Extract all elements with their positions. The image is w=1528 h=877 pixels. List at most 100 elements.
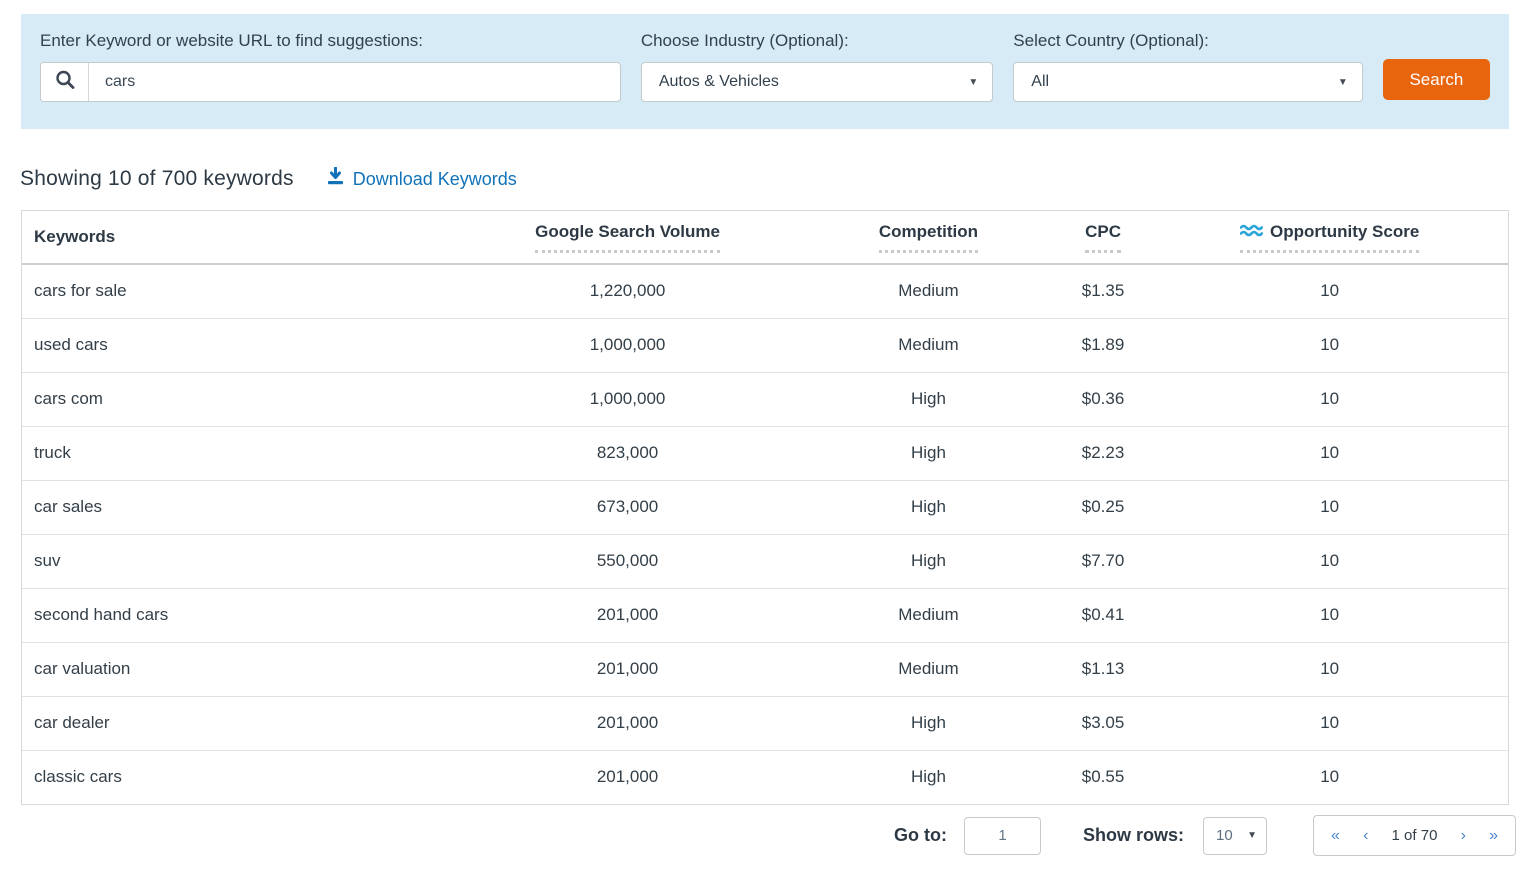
keyword-search-box xyxy=(40,62,621,102)
table-row: suv 550,000 High $7.70 10 xyxy=(22,534,1508,588)
download-keywords-link[interactable]: Download Keywords xyxy=(326,167,517,191)
pagination: « ‹ 1 of 70 › » xyxy=(1313,815,1516,856)
industry-label: Choose Industry (Optional): xyxy=(641,31,993,51)
table-row: car dealer 201,000 High $3.05 10 xyxy=(22,696,1508,750)
search-button[interactable]: Search xyxy=(1383,59,1490,100)
cell-cpc: $1.89 xyxy=(1055,318,1152,372)
search-panel: Enter Keyword or website URL to find sug… xyxy=(21,14,1509,129)
cell-volume: 1,000,000 xyxy=(453,372,802,426)
cell-score: 10 xyxy=(1151,750,1508,804)
cell-volume: 1,000,000 xyxy=(453,318,802,372)
download-icon xyxy=(326,167,353,191)
cell-score: 10 xyxy=(1151,480,1508,534)
cell-cpc: $0.36 xyxy=(1055,372,1152,426)
cell-volume: 201,000 xyxy=(453,696,802,750)
cell-volume: 201,000 xyxy=(453,588,802,642)
table-row: classic cars 201,000 High $0.55 10 xyxy=(22,750,1508,804)
cell-volume: 673,000 xyxy=(453,480,802,534)
wave-icon xyxy=(1240,222,1270,242)
column-header-cpc[interactable]: CPC xyxy=(1055,211,1152,264)
table-row: cars com 1,000,000 High $0.36 10 xyxy=(22,372,1508,426)
cell-volume: 1,220,000 xyxy=(453,264,802,318)
cell-keyword: car valuation xyxy=(22,642,453,696)
chevron-down-icon: ▼ xyxy=(1338,77,1348,88)
industry-select[interactable]: Autos & Vehicles ▼ xyxy=(641,62,993,102)
cell-competition: High xyxy=(802,426,1055,480)
cell-keyword: cars for sale xyxy=(22,264,453,318)
country-field-group: Select Country (Optional): All ▼ xyxy=(1013,31,1362,102)
cell-cpc: $0.25 xyxy=(1055,480,1152,534)
cell-cpc: $1.35 xyxy=(1055,264,1152,318)
cell-volume: 550,000 xyxy=(453,534,802,588)
keyword-input[interactable] xyxy=(89,63,620,101)
column-header-competition[interactable]: Competition xyxy=(802,211,1055,264)
show-rows-label: Show rows: xyxy=(1083,825,1184,846)
cell-competition: High xyxy=(802,696,1055,750)
cell-keyword: car dealer xyxy=(22,696,453,750)
table-row: used cars 1,000,000 Medium $1.89 10 xyxy=(22,318,1508,372)
cell-score: 10 xyxy=(1151,318,1508,372)
cell-keyword: used cars xyxy=(22,318,453,372)
cell-competition: High xyxy=(802,534,1055,588)
cell-score: 10 xyxy=(1151,372,1508,426)
cell-score: 10 xyxy=(1151,534,1508,588)
cell-cpc: $2.23 xyxy=(1055,426,1152,480)
cell-score: 10 xyxy=(1151,696,1508,750)
goto-page-input[interactable] xyxy=(964,817,1041,855)
cell-cpc: $3.05 xyxy=(1055,696,1152,750)
last-page-button[interactable]: » xyxy=(1489,827,1498,845)
search-icon-button[interactable] xyxy=(41,63,89,101)
cell-volume: 201,000 xyxy=(453,642,802,696)
country-selected-value: All xyxy=(1031,73,1049,91)
cell-keyword: classic cars xyxy=(22,750,453,804)
cell-volume: 201,000 xyxy=(453,750,802,804)
table-row: truck 823,000 High $2.23 10 xyxy=(22,426,1508,480)
previous-page-button[interactable]: ‹ xyxy=(1363,827,1368,845)
goto-label: Go to: xyxy=(894,825,947,846)
cell-volume: 823,000 xyxy=(453,426,802,480)
table-row: cars for sale 1,220,000 Medium $1.35 10 xyxy=(22,264,1508,318)
chevron-down-icon: ▼ xyxy=(968,77,978,88)
cell-score: 10 xyxy=(1151,264,1508,318)
show-rows-select[interactable]: 10 ▼ xyxy=(1203,817,1267,855)
first-page-button[interactable]: « xyxy=(1331,827,1340,845)
search-icon xyxy=(54,69,76,96)
keywords-table: Keywords Google Search Volume Competitio… xyxy=(21,210,1509,805)
results-bar: Showing 10 of 700 keywords Download Keyw… xyxy=(20,167,1528,191)
column-header-search-volume[interactable]: Google Search Volume xyxy=(453,211,802,264)
cell-cpc: $0.55 xyxy=(1055,750,1152,804)
cell-score: 10 xyxy=(1151,642,1508,696)
table-row: car valuation 201,000 Medium $1.13 10 xyxy=(22,642,1508,696)
cell-competition: High xyxy=(802,480,1055,534)
cell-keyword: car sales xyxy=(22,480,453,534)
cell-keyword: cars com xyxy=(22,372,453,426)
cell-competition: Medium xyxy=(802,264,1055,318)
cell-keyword: suv xyxy=(22,534,453,588)
country-select[interactable]: All ▼ xyxy=(1013,62,1362,102)
keyword-field-group: Enter Keyword or website URL to find sug… xyxy=(40,31,621,102)
keyword-label: Enter Keyword or website URL to find sug… xyxy=(40,31,621,51)
cell-cpc: $7.70 xyxy=(1055,534,1152,588)
show-rows-selected-value: 10 xyxy=(1216,827,1233,844)
table-row: car sales 673,000 High $0.25 10 xyxy=(22,480,1508,534)
cell-cpc: $1.13 xyxy=(1055,642,1152,696)
page-status: 1 of 70 xyxy=(1392,827,1438,844)
cell-competition: High xyxy=(802,372,1055,426)
column-header-keywords: Keywords xyxy=(22,211,453,264)
results-summary: Showing 10 of 700 keywords xyxy=(20,167,294,191)
next-page-button[interactable]: › xyxy=(1461,827,1466,845)
industry-selected-value: Autos & Vehicles xyxy=(659,73,779,91)
column-header-opportunity-score[interactable]: Opportunity Score xyxy=(1151,211,1508,264)
cell-keyword: truck xyxy=(22,426,453,480)
cell-competition: Medium xyxy=(802,588,1055,642)
chevron-down-icon: ▼ xyxy=(1247,830,1257,841)
cell-cpc: $0.41 xyxy=(1055,588,1152,642)
table-footer: Go to: Show rows: 10 ▼ « ‹ 1 of 70 › » xyxy=(0,815,1516,856)
country-label: Select Country (Optional): xyxy=(1013,31,1362,51)
cell-score: 10 xyxy=(1151,588,1508,642)
industry-field-group: Choose Industry (Optional): Autos & Vehi… xyxy=(641,31,993,102)
table-header-row: Keywords Google Search Volume Competitio… xyxy=(22,211,1508,264)
cell-competition: Medium xyxy=(802,318,1055,372)
table-row: second hand cars 201,000 Medium $0.41 10 xyxy=(22,588,1508,642)
download-link-label: Download Keywords xyxy=(353,169,517,190)
